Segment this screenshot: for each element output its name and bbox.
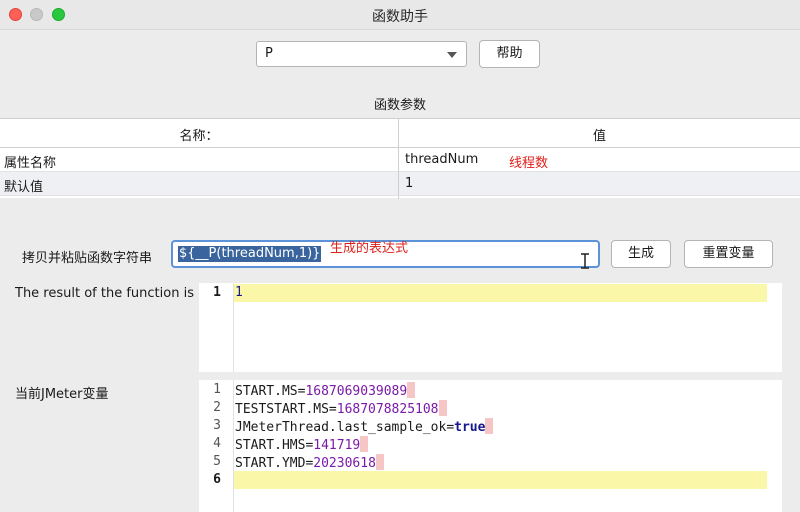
function-select[interactable]: P	[256, 41, 467, 67]
column-header-value[interactable]: 值	[399, 125, 800, 144]
code-line: START.YMD=20230618	[235, 454, 384, 471]
params-table: 名称： 值 属性名称 threadNum 默认值 1	[0, 118, 800, 199]
line-number: 5	[213, 454, 221, 469]
title-bar: 函数助手	[0, 0, 800, 30]
params-section-title: 函数参数	[373, 98, 426, 113]
var-key: START.HMS	[235, 438, 306, 453]
var-value: 1687069039089	[305, 384, 408, 399]
code-line: JMeterThread.last_sample_ok=true	[235, 418, 494, 435]
generated-expr-annotation: 生成的表达式	[330, 241, 409, 256]
var-key: JMeterThread.last_sample_ok	[235, 420, 447, 435]
line-number: 1	[213, 382, 221, 397]
gutter-divider	[233, 380, 234, 512]
var-value: 141719	[313, 438, 361, 453]
jmeter-vars-label: 当前JMeter变量	[15, 387, 109, 402]
var-value: 1687078825108	[336, 402, 439, 417]
var-value: true	[454, 420, 486, 435]
var-equals: =	[328, 402, 337, 417]
var-key: START.YMD	[235, 456, 306, 471]
current-line-highlight	[234, 284, 767, 302]
column-divider	[398, 119, 399, 199]
result-editor[interactable]: 1 1	[199, 283, 782, 372]
line-number: 6	[213, 472, 221, 487]
chevron-down-icon[interactable]	[447, 52, 457, 58]
var-key: TESTSTART.MS	[235, 402, 329, 417]
trailing-space-marker	[375, 454, 384, 470]
function-select-value: P	[265, 46, 273, 61]
var-equals: =	[446, 420, 455, 435]
param-value-cell[interactable]: threadNum	[405, 152, 478, 167]
params-table-header: 名称： 值	[0, 119, 800, 148]
text-cursor-icon	[581, 253, 589, 269]
column-header-name[interactable]: 名称：	[0, 125, 398, 144]
generate-button[interactable]: 生成	[611, 240, 671, 268]
param-name-cell: 属性名称	[4, 156, 57, 171]
code-line: 1	[235, 285, 243, 300]
trailing-space-marker	[360, 436, 369, 452]
trailing-space-marker	[438, 400, 447, 416]
table-row[interactable]: 默认值 1	[0, 172, 800, 196]
var-value: 20230618	[313, 456, 376, 471]
line-number: 1	[213, 285, 221, 300]
reset-variables-button[interactable]: 重置变量	[684, 240, 773, 268]
current-line-highlight	[234, 471, 767, 489]
table-row[interactable]: 属性名称 threadNum	[0, 148, 800, 172]
code-line: TESTSTART.MS=1687078825108	[235, 400, 447, 417]
var-key: START.MS	[235, 384, 298, 399]
line-number: 3	[213, 418, 221, 433]
result-label: The result of the function is	[15, 286, 194, 301]
thread-num-annotation: 线程数	[509, 156, 549, 171]
trailing-space-marker	[485, 418, 494, 434]
line-number: 2	[213, 400, 221, 415]
jmeter-vars-editor[interactable]: 1 2 3 4 5 6 START.MS=1687069039089 TESTS…	[199, 380, 782, 512]
param-name-cell: 默认值	[4, 180, 44, 195]
line-number: 4	[213, 436, 221, 451]
copy-paste-label: 拷贝并粘贴函数字符串	[22, 251, 153, 266]
trailing-space-marker	[407, 382, 416, 398]
help-button[interactable]: 帮助	[479, 40, 540, 68]
code-line: START.MS=1687069039089	[235, 382, 416, 399]
param-value-cell[interactable]: 1	[405, 176, 413, 191]
window-title: 函数助手	[372, 9, 428, 25]
code-line: START.HMS=141719	[235, 436, 369, 453]
function-string-value: ${__P(threadNum,1)}	[178, 246, 322, 262]
